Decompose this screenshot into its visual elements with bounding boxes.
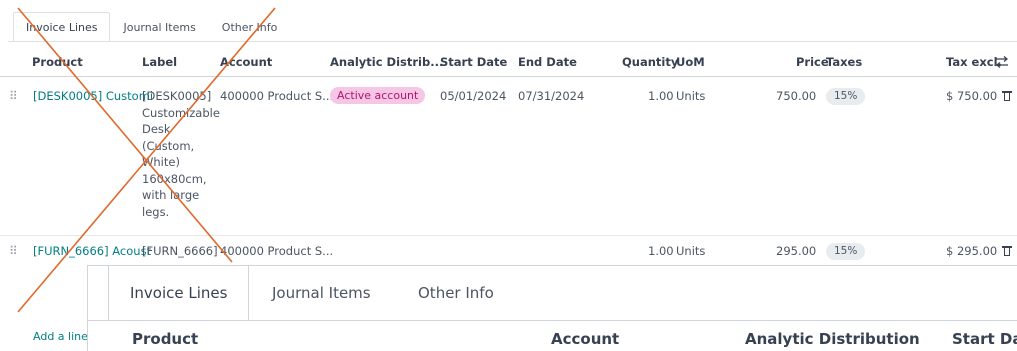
row2-account[interactable]: 400000 Product S... [220,244,333,258]
zoom-col-account[interactable]: Account [551,330,619,348]
header-divider [0,76,1017,77]
row1-tax-badge[interactable]: 15% [826,88,866,105]
row2-subtotal: $ 295.00 [946,244,998,258]
row1-subtotal: $ 750.00 [946,89,998,103]
drag-handle-icon[interactable]: ⠿ [9,244,18,258]
col-header-uom[interactable]: UoM [676,55,705,69]
zoom-tab-journal-items[interactable]: Journal Items [250,266,393,320]
row1-price[interactable]: 750.00 [776,89,816,103]
trash-icon[interactable] [1002,91,1012,101]
col-header-label[interactable]: Label [142,55,177,69]
drag-handle-icon[interactable]: ⠿ [9,89,18,103]
col-header-tax-excl[interactable]: Tax excl. [946,55,1002,69]
row1-analytic-badge[interactable]: Active account [330,87,426,104]
row2-tax-badge[interactable]: 15% [826,243,866,260]
column-settings-icon[interactable] [995,56,1009,68]
row1-start-date[interactable]: 05/01/2024 [440,89,506,103]
col-header-price[interactable]: Price [796,55,829,69]
col-header-quantity[interactable]: Quantity [622,55,678,69]
zoom-tab-divider [88,320,1017,321]
col-header-end-date[interactable]: End Date [518,55,577,69]
col-header-product[interactable]: Product [32,55,83,69]
col-header-analytic[interactable]: Analytic Distrib... [330,55,443,69]
trash-icon[interactable] [1002,246,1012,256]
tab-other-info[interactable]: Other Info [209,12,291,42]
add-line-link[interactable]: Add a line [33,330,88,343]
row1-label[interactable]: [DESK0005] Customizable Desk (Custom, Wh… [142,88,220,220]
tab-invoice-lines[interactable]: Invoice Lines [13,12,111,42]
tab-bar: Invoice Lines Journal Items Other Info [13,12,290,42]
col-header-start-date[interactable]: Start Date [440,55,507,69]
row2-price[interactable]: 295.00 [776,244,816,258]
row2-quantity[interactable]: 1.00 [648,244,674,258]
zoom-tab-other-info[interactable]: Other Info [396,266,516,320]
zoom-col-analytic[interactable]: Analytic Distribution [745,330,920,348]
row1-product[interactable]: [DESK0005] Customi [33,89,153,103]
zoomed-tabs-panel: Invoice Lines Journal Items Other Info P… [87,265,1017,351]
row2-label[interactable]: [FURN_6666] [142,244,218,258]
row1-quantity[interactable]: 1.00 [648,89,674,103]
col-header-account[interactable]: Account [220,55,272,69]
zoom-col-product[interactable]: Product [132,330,198,348]
col-header-taxes[interactable]: Taxes [826,55,862,69]
tab-divider [8,41,1017,42]
row-divider [0,235,1017,236]
row1-account[interactable]: 400000 Product S... [220,89,333,103]
row1-uom[interactable]: Units [676,89,705,103]
row2-product[interactable]: [FURN_6666] Acoust [33,244,151,258]
zoom-col-start-date[interactable]: Start Da [952,330,1017,348]
row1-end-date[interactable]: 07/31/2024 [518,89,584,103]
zoom-tab-invoice-lines[interactable]: Invoice Lines [108,266,250,320]
row2-uom[interactable]: Units [676,244,705,258]
tab-journal-items[interactable]: Journal Items [110,12,208,42]
